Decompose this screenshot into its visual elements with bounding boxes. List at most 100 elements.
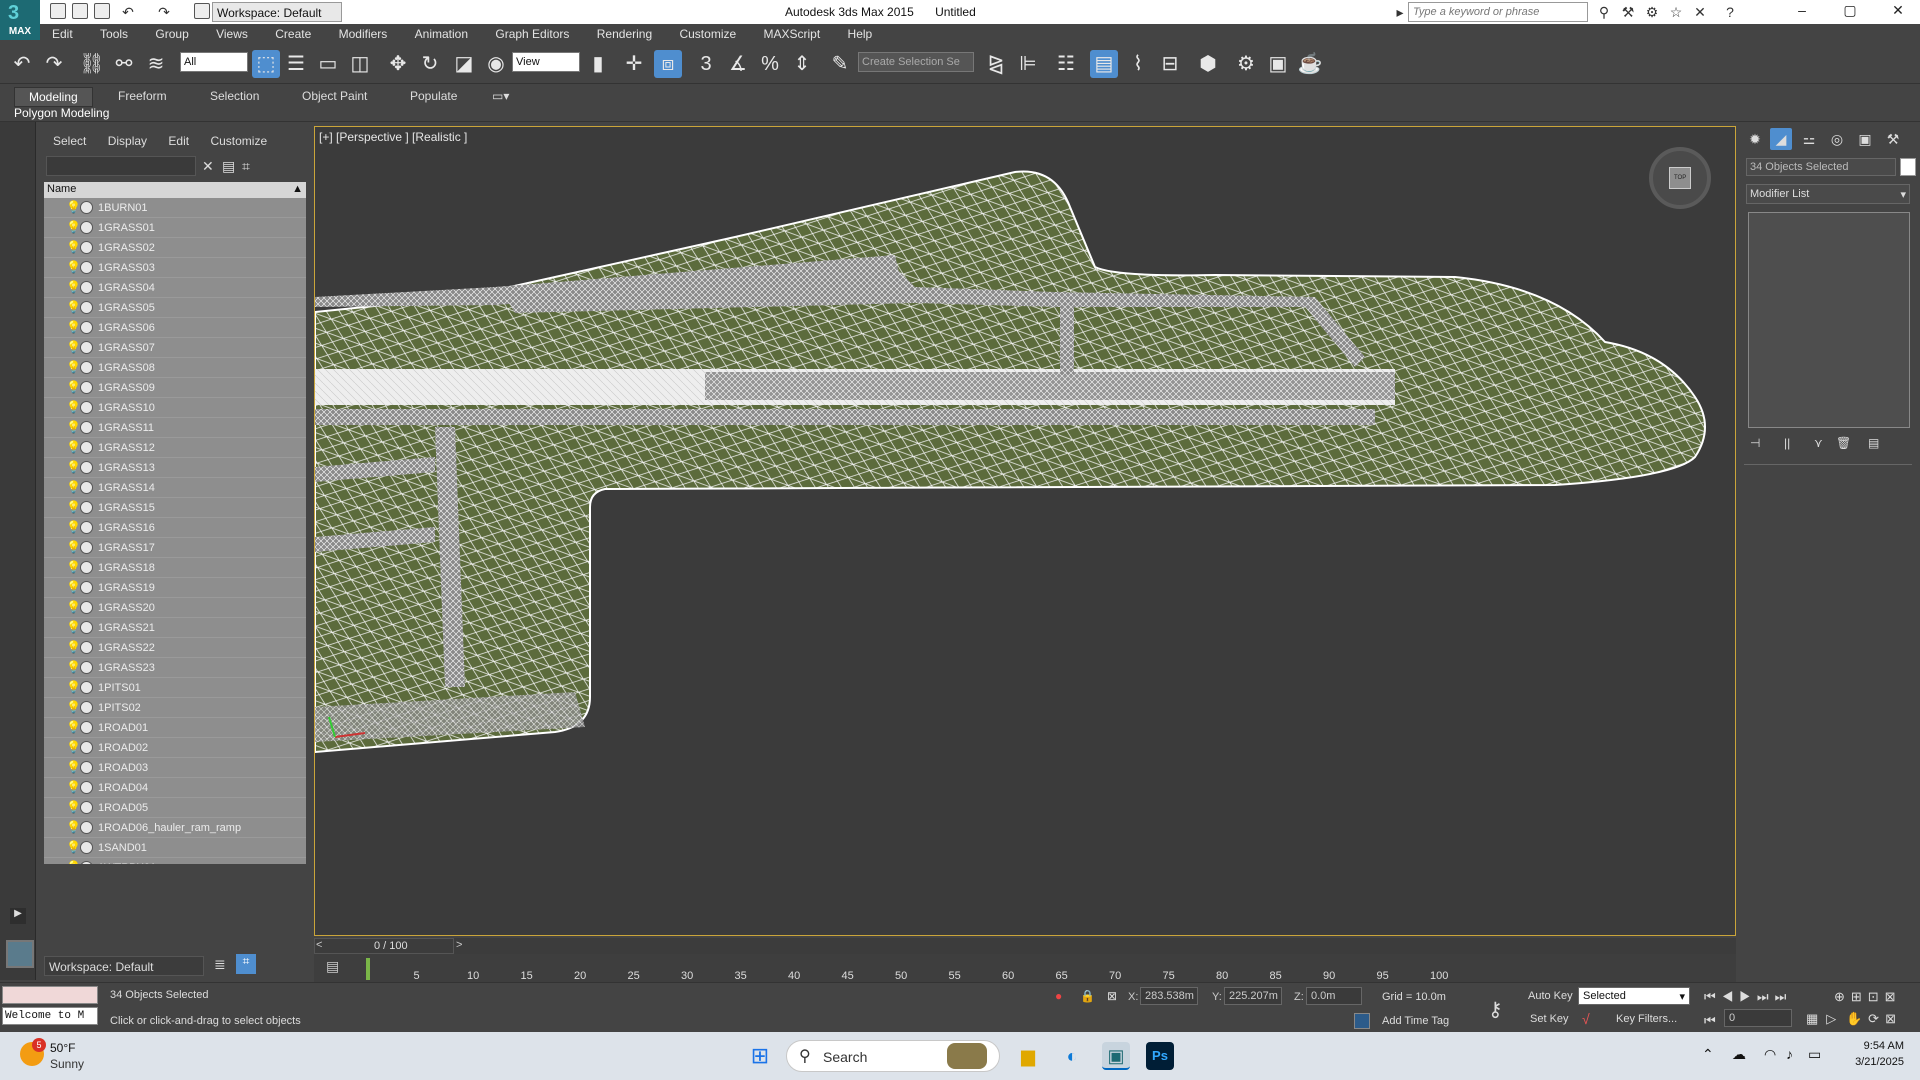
render-production-icon[interactable]: ☕ (1296, 50, 1324, 78)
menu-customize[interactable]: Customize (667, 24, 748, 44)
motion-tab-icon[interactable]: ◎ (1826, 128, 1848, 150)
polygon-modeling-panel[interactable]: Polygon Modeling (14, 106, 109, 120)
remove-modifier-icon[interactable]: 🗑 (1836, 436, 1851, 450)
visibility-icon[interactable] (80, 681, 93, 694)
chevron-right-icon[interactable]: ▸ (1392, 4, 1408, 20)
menu-create[interactable]: Create (263, 24, 323, 44)
x-coordinate-field[interactable]: 283.538m (1140, 987, 1198, 1005)
light-bulb-icon[interactable]: 💡 (66, 680, 81, 694)
tab-object-paint[interactable]: Object Paint (288, 87, 381, 105)
light-bulb-icon[interactable]: 💡 (66, 320, 81, 334)
list-item[interactable]: 💡 1GRASS07 (44, 338, 306, 358)
list-item[interactable]: 💡 1GRASS11 (44, 418, 306, 438)
light-bulb-icon[interactable]: 💡 (66, 540, 81, 554)
selected-objects-field[interactable]: 34 Objects Selected (1746, 158, 1896, 176)
visibility-icon[interactable] (80, 661, 93, 674)
list-item[interactable]: 💡 1ROAD02 (44, 738, 306, 758)
visibility-icon[interactable] (80, 861, 93, 864)
light-bulb-icon[interactable]: 💡 (66, 360, 81, 374)
light-bulb-icon[interactable]: 💡 (66, 740, 81, 754)
light-bulb-icon[interactable]: 💡 (66, 820, 81, 834)
visibility-icon[interactable] (80, 321, 93, 334)
schematic-view-icon[interactable]: ⊟ (1156, 50, 1184, 78)
visibility-icon[interactable] (80, 701, 93, 714)
menu-rendering[interactable]: Rendering (585, 24, 664, 44)
visibility-icon[interactable] (80, 421, 93, 434)
selection-lock-icon[interactable]: 🔒 (1080, 989, 1095, 1003)
object-color-swatch[interactable] (1900, 158, 1916, 176)
select-object-icon[interactable]: ⬚ (252, 50, 280, 78)
menu-tools[interactable]: Tools (88, 24, 140, 44)
weather-condition[interactable]: Sunny (50, 1057, 84, 1071)
light-bulb-icon[interactable]: 💡 (66, 640, 81, 654)
layer-manager-icon[interactable]: ☷ (1052, 50, 1080, 78)
visibility-icon[interactable] (80, 441, 93, 454)
named-selection-set-dropdown[interactable]: Create Selection Se (858, 52, 974, 72)
menu-graph-editors[interactable]: Graph Editors (483, 24, 581, 44)
add-time-tag[interactable]: Add Time Tag (1382, 1015, 1449, 1027)
maximize-icon[interactable]: ▢ (1830, 2, 1870, 22)
configure-sets-icon[interactable]: ▤ (1868, 436, 1879, 450)
next-frame-arrow[interactable]: > (456, 939, 462, 951)
light-bulb-icon[interactable]: 💡 (66, 580, 81, 594)
menu-help[interactable]: Help (836, 24, 885, 44)
visibility-icon[interactable] (80, 821, 93, 834)
object-hierarchy-icon[interactable]: ⌗ (236, 954, 256, 974)
mirror-icon[interactable]: ⧎ (982, 50, 1010, 78)
wifi-icon[interactable]: ◠ (1764, 1046, 1776, 1063)
visibility-icon[interactable] (80, 241, 93, 254)
light-bulb-icon[interactable]: 💡 (66, 600, 81, 614)
clear-search-icon[interactable]: ✕ (202, 158, 214, 175)
list-item[interactable]: 💡 1WTRBX01 (44, 858, 306, 864)
visibility-icon[interactable] (80, 561, 93, 574)
help-icon[interactable]: ? (1722, 4, 1738, 20)
visibility-icon[interactable] (80, 841, 93, 854)
layers-icon[interactable]: ≣ (214, 956, 226, 973)
light-bulb-icon[interactable]: 💡 (66, 840, 81, 854)
light-bulb-icon[interactable]: 💡 (66, 500, 81, 514)
viewcube[interactable]: TOP (1649, 147, 1711, 209)
isolate-selection-icon[interactable]: ● (1055, 989, 1062, 1003)
visibility-icon[interactable] (80, 401, 93, 414)
edit-named-selection-icon[interactable]: ✎ (826, 50, 854, 78)
list-item[interactable]: 💡 1PITS01 (44, 678, 306, 698)
unlink-icon[interactable]: ⚯ (110, 50, 138, 78)
track-view-icon[interactable]: ▤ (326, 958, 339, 975)
viewport-layout-icon[interactable] (6, 940, 34, 968)
tab-freeform[interactable]: Freeform (104, 87, 181, 105)
explorer-menu-select[interactable]: Select (44, 130, 95, 152)
minimize-icon[interactable]: – (1782, 2, 1822, 22)
visibility-icon[interactable] (80, 501, 93, 514)
visibility-icon[interactable] (80, 301, 93, 314)
list-item[interactable]: 💡 1GRASS04 (44, 278, 306, 298)
light-bulb-icon[interactable]: 💡 (66, 220, 81, 234)
subscription-icon[interactable]: ⚙ (1644, 4, 1660, 20)
visibility-icon[interactable] (80, 461, 93, 474)
close-icon[interactable]: ✕ (1878, 2, 1918, 22)
new-file-icon[interactable] (50, 3, 66, 19)
file-explorer-icon[interactable]: ▆ (1014, 1042, 1042, 1070)
angle-snap-icon[interactable]: ∡ (724, 50, 752, 78)
edge-browser-icon[interactable]: ◐ (1058, 1042, 1086, 1070)
project-folder-icon[interactable] (194, 3, 210, 19)
list-item[interactable]: 💡 1ROAD05 (44, 798, 306, 818)
workspace-dropdown[interactable]: Workspace: Default (212, 2, 342, 22)
modifier-list-dropdown[interactable]: Modifier List ▾ (1746, 184, 1910, 204)
make-unique-icon[interactable]: ⋎ (1814, 436, 1823, 450)
light-bulb-icon[interactable]: 💡 (66, 400, 81, 414)
rectangular-selection-icon[interactable]: ▭ (314, 50, 342, 78)
render-setup-icon[interactable]: ⚙ (1232, 50, 1260, 78)
undo-icon[interactable]: ↶ (120, 4, 136, 20)
scene-explorer-toggle-icon[interactable]: ▤ (1090, 50, 1118, 78)
list-item[interactable]: 💡 1GRASS12 (44, 438, 306, 458)
visibility-icon[interactable] (80, 261, 93, 274)
explorer-menu-customize[interactable]: Customize (201, 130, 276, 152)
light-bulb-icon[interactable]: 💡 (66, 480, 81, 494)
create-tab-icon[interactable]: ✹ (1744, 128, 1766, 150)
list-item[interactable]: 💡 1GRASS14 (44, 478, 306, 498)
windows-start-icon[interactable]: ⊞ (746, 1042, 774, 1070)
list-item[interactable]: 💡 1GRASS21 (44, 618, 306, 638)
light-bulb-icon[interactable]: 💡 (66, 560, 81, 574)
visibility-icon[interactable] (80, 521, 93, 534)
select-manipulate-icon[interactable]: ✛ (620, 50, 648, 78)
